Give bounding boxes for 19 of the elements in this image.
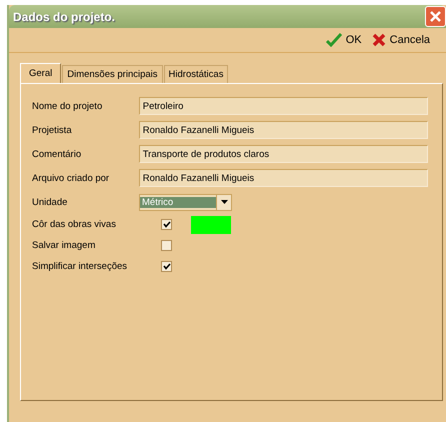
field-label: Arquivo criado por	[32, 172, 110, 184]
cancel-button[interactable]: Cancela	[372, 33, 430, 47]
text-field[interactable]: Transporte de produtos claros	[138, 145, 428, 163]
tab[interactable]: Hidrostáticas	[164, 65, 228, 83]
field-label: Salvar imagem	[32, 240, 96, 251]
dropdown[interactable]: Métrico	[139, 194, 232, 210]
tab[interactable]: Dimensões principais	[62, 65, 163, 83]
field-label: Comentário	[32, 148, 82, 160]
tab[interactable]: Geral	[20, 63, 62, 83]
text-field[interactable]: Ronaldo Fazanelli Migueis	[138, 169, 428, 187]
field-label: Côr das obras vivas	[32, 219, 117, 230]
field-label: Unidade	[32, 196, 68, 208]
text-field[interactable]: Petroleiro	[138, 97, 428, 115]
text-field[interactable]: Ronaldo Fazanelli Migueis	[138, 121, 428, 139]
field-label: Projetista	[32, 124, 73, 136]
ok-button[interactable]: OK	[326, 33, 362, 47]
field-label: Simplificar interseções	[32, 261, 128, 272]
field-label: Nome do projeto	[32, 100, 104, 112]
window-title: Dados do projeto.	[13, 10, 115, 24]
